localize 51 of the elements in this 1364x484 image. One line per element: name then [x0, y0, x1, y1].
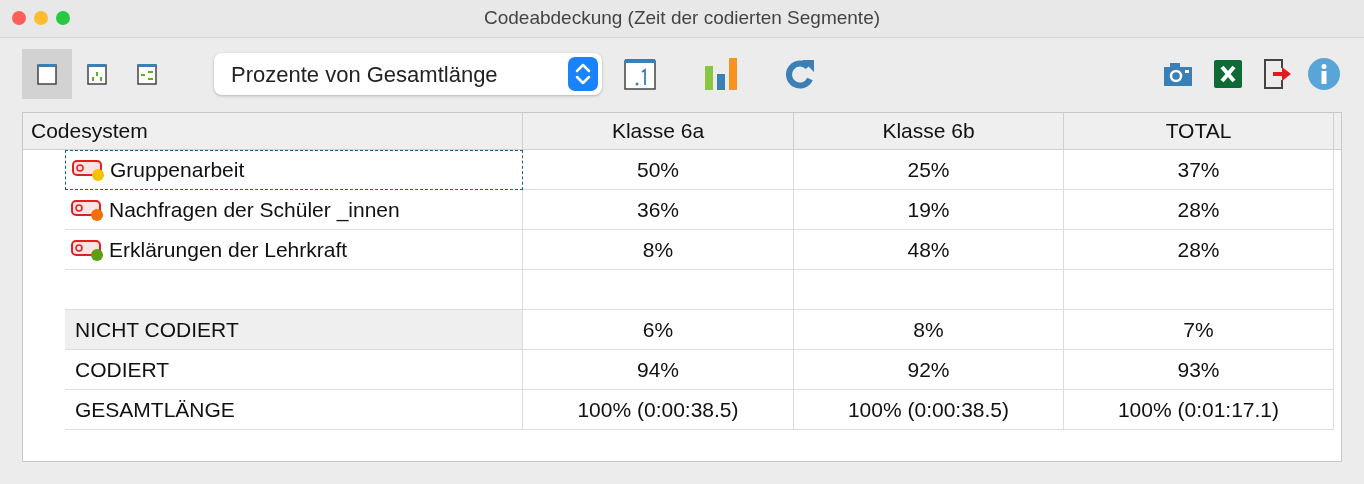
code-tag-icon — [71, 198, 105, 221]
table-cell: 28% — [1064, 230, 1334, 270]
decimal-icon — [624, 58, 656, 90]
table-cell: 37% — [1064, 150, 1334, 190]
exit-arrow-icon — [1264, 59, 1292, 89]
table-cell: 92% — [794, 350, 1064, 390]
table-cell: 28% — [1064, 190, 1334, 230]
code-row-label[interactable]: Gruppenarbeit — [65, 150, 523, 190]
spreadsheet-icon — [1214, 60, 1242, 88]
table-cell: 19% — [794, 190, 1064, 230]
camera-icon — [1164, 62, 1192, 86]
decimal-button[interactable] — [622, 56, 658, 92]
code-tag-icon — [71, 238, 105, 261]
code-tag-icon — [72, 159, 106, 181]
stepper-icon — [568, 57, 598, 91]
table-cell: 100% (0:00:38.5) — [794, 390, 1064, 430]
code-name: Gruppenarbeit — [110, 157, 245, 184]
table-cell: 100% (0:00:38.5) — [523, 390, 794, 430]
mode-dropdown[interactable]: Prozente von Gesamtlänge — [214, 53, 602, 95]
table-cell: 100% (0:01:17.1) — [1064, 390, 1334, 430]
table-cell: 36% — [523, 190, 794, 230]
code-name: Nachfragen der Schüler _innen — [109, 196, 400, 224]
column-header[interactable]: Klasse 6a — [523, 113, 794, 149]
close-button[interactable] — [12, 11, 26, 25]
table-cell: 93% — [1064, 350, 1334, 390]
table-cell: 50% — [523, 150, 794, 190]
column-header[interactable]: TOTAL — [1064, 113, 1334, 149]
summary-label: NICHT CODIERT — [65, 310, 523, 350]
column-header[interactable]: Klasse 6b — [794, 113, 1064, 149]
code-name: Erklärungen der Lehrkraft — [109, 236, 348, 263]
table-cell: 7% — [1064, 310, 1334, 350]
column-chart-view-icon — [87, 63, 107, 85]
summary-label: GESAMTLÄNGE — [65, 390, 523, 430]
table-cell: 8% — [794, 310, 1064, 350]
table-cell: 94% — [523, 350, 794, 390]
table-cell: 8% — [523, 230, 794, 270]
info-button[interactable] — [1306, 56, 1342, 92]
code-row-label[interactable]: Nachfragen der Schüler _innen — [65, 190, 523, 230]
table-cell: 6% — [523, 310, 794, 350]
table-view-icon — [37, 63, 57, 85]
window-title: Codeabdeckung (Zeit der codierten Segmente) — [483, 6, 881, 31]
row-view-icon — [137, 63, 157, 85]
info-icon — [1308, 58, 1340, 90]
code-row-label[interactable]: Erklärungen der Lehrkraft — [65, 230, 523, 270]
refresh-icon — [783, 57, 817, 91]
bar-chart-icon — [705, 58, 739, 90]
column-header[interactable]: Codesystem — [23, 113, 523, 149]
summary-label: CODIERT — [65, 350, 523, 390]
view-button[interactable] — [22, 49, 72, 99]
table-cell: 48% — [794, 230, 1064, 270]
table-cell: 25% — [794, 150, 1064, 190]
